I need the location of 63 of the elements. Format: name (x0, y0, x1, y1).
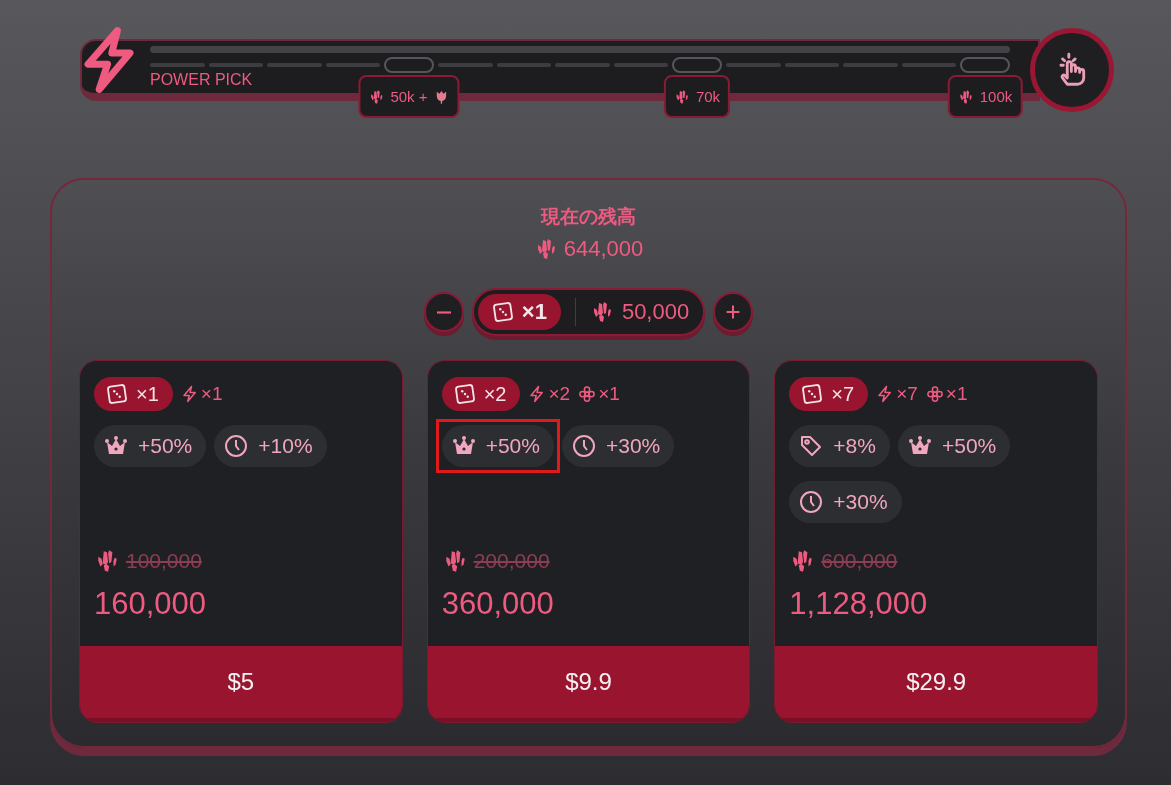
balance-amount: 644,000 (563, 236, 644, 262)
clock-icon (571, 434, 596, 458)
clock-icon (224, 434, 249, 458)
pack-amount: 1,128,000 (789, 586, 929, 622)
item-count: ×1 (200, 383, 223, 405)
flower-icon (925, 385, 944, 403)
bonus-chip: +8% (789, 425, 890, 467)
bonus-chip: +50% (94, 425, 207, 467)
dice-count: ×7 (789, 377, 869, 411)
progress-segment (325, 63, 380, 67)
price-button[interactable]: $9.9 (427, 646, 750, 722)
crystal-icon (957, 88, 974, 105)
dice-quantity: ×1 (477, 294, 561, 330)
progress-segment (555, 63, 610, 67)
balance-label: 現在の残高 (541, 205, 636, 229)
reward-amount: 70k (695, 88, 721, 105)
progress-segment (496, 63, 551, 67)
progress-segment (726, 63, 781, 67)
progress-segment (208, 63, 263, 67)
plus-button[interactable] (713, 292, 754, 332)
minus-button[interactable] (423, 292, 464, 332)
milestone-marker (672, 57, 722, 73)
reward-amount: 100k (979, 88, 1013, 105)
dice-icon (453, 383, 476, 405)
bonus-chip: +30% (789, 481, 902, 523)
flower-icon (578, 385, 597, 403)
dice-count: ×2 (441, 377, 521, 411)
bonus-chip: +10% (214, 425, 327, 467)
progress-segment (901, 63, 956, 67)
clock-icon (799, 490, 824, 514)
tag-icon (799, 434, 824, 458)
item-count: ×1 (598, 383, 620, 405)
original-amount: 200,000 (473, 549, 550, 573)
progress-segment (613, 63, 668, 67)
milestone-marker (960, 57, 1010, 73)
price-button[interactable]: $5 (80, 646, 402, 722)
progress-segment (150, 63, 205, 67)
dice-icon (106, 383, 128, 405)
dice-icon (491, 301, 514, 323)
price-button[interactable]: $29.9 (775, 646, 1097, 722)
lightning-icon (180, 385, 199, 403)
item-count: ×2 (548, 383, 571, 405)
bonus-chip: +50% (897, 425, 1011, 467)
minus-icon (435, 310, 452, 314)
item-count: ×7 (896, 383, 918, 405)
milestone-marker (384, 57, 434, 73)
progress-segment (267, 63, 322, 67)
item-count: ×1 (945, 383, 968, 405)
pack-amount: 160,000 (94, 586, 208, 622)
pack-amount: 360,000 (441, 586, 555, 622)
original-amount: 100,000 (126, 549, 202, 573)
dice-icon (801, 383, 824, 405)
cost-amount: 50,000 (621, 299, 690, 325)
bonus-chip: +50% (441, 425, 554, 467)
progress-segment (438, 63, 493, 67)
bonus-chip: +30% (561, 425, 675, 467)
original-amount: 600,000 (821, 549, 898, 573)
reward-amount: 50k + (390, 88, 428, 105)
progress-segment (784, 63, 839, 67)
crystal-icon (368, 88, 385, 105)
progress-segment (843, 63, 898, 67)
power-pick-label: POWER PICK (150, 71, 253, 89)
dice-count: ×1 (94, 377, 173, 411)
